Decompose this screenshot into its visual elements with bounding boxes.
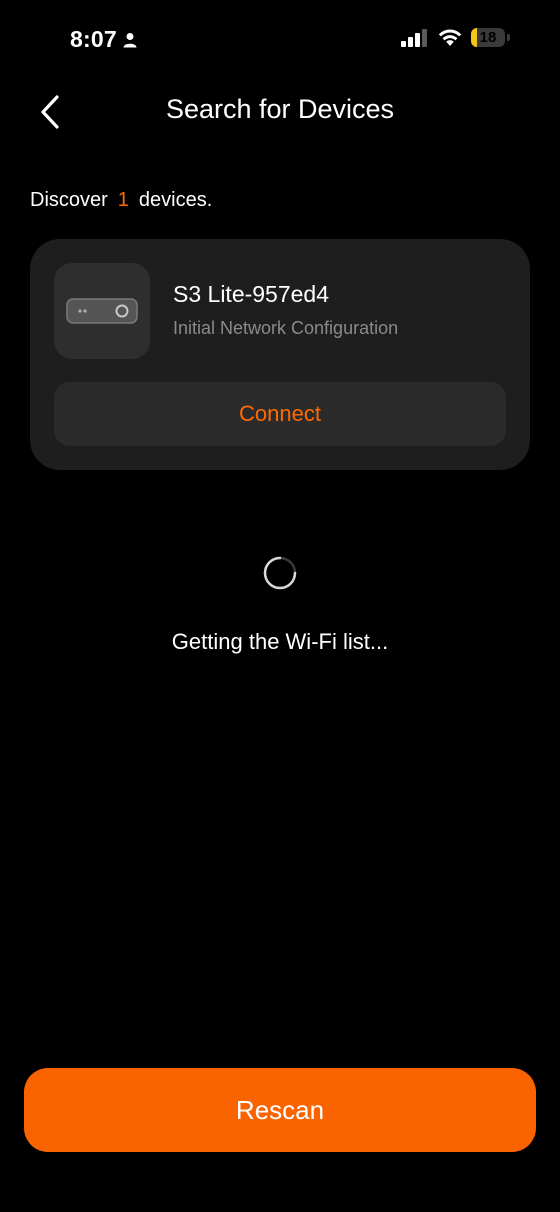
connect-button[interactable]: Connect [54, 382, 506, 446]
device-card: S3 Lite-957ed4 Initial Network Configura… [30, 239, 530, 470]
battery-cap [507, 34, 510, 41]
device-status: Initial Network Configuration [173, 318, 399, 338]
camera-device-icon [66, 298, 138, 324]
battery-icon: 18 [471, 28, 505, 47]
discover-summary: Discover 1 devices. [30, 189, 212, 212]
device-thumbnail [54, 263, 150, 359]
cellular-signal-icon [401, 28, 427, 47]
device-name: S3 Lite-957ed4 [173, 281, 330, 307]
chevron-left-icon [41, 95, 59, 129]
discover-prefix: Discover [30, 189, 108, 211]
person-icon [123, 32, 137, 47]
device-count: 1 [117, 189, 129, 211]
status-time-text: 8:07 [70, 26, 117, 52]
rescan-button[interactable]: Rescan [24, 1068, 536, 1152]
back-button[interactable] [32, 92, 68, 132]
status-time: 8:07 [70, 26, 137, 53]
battery-fill [471, 28, 478, 47]
status-bar: 8:07 18 [0, 0, 560, 84]
discover-suffix: devices. [138, 189, 213, 211]
page-title: Search for Devices [165, 94, 395, 124]
loading-message: Getting the Wi-Fi list... [171, 629, 389, 654]
status-indicators: 18 [401, 28, 510, 47]
wifi-icon [438, 29, 462, 46]
loading-spinner-icon [263, 556, 297, 590]
battery-level: 18 [479, 29, 497, 46]
